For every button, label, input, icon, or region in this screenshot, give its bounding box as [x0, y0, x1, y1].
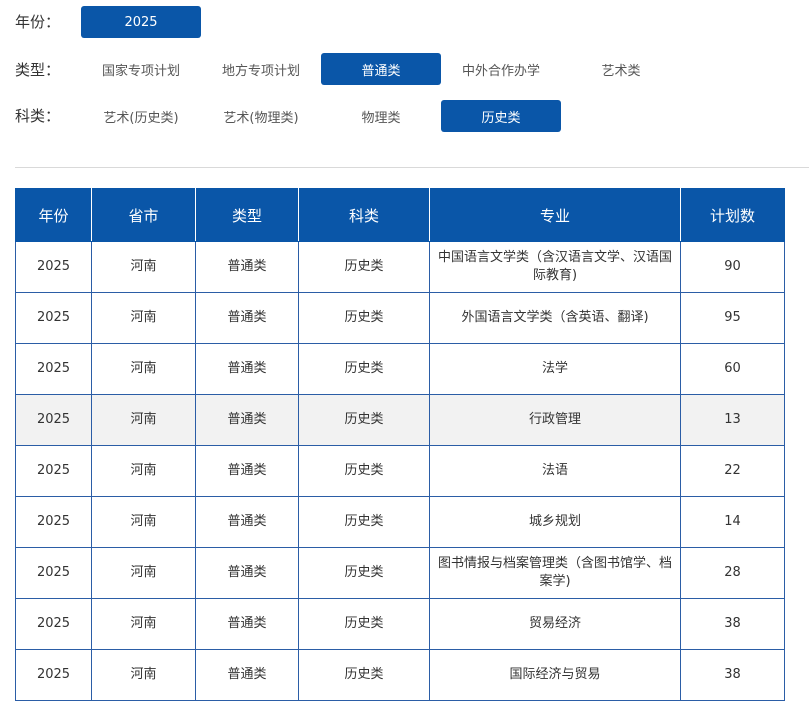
- cell-type: 普通类: [195, 547, 299, 599]
- cell-type: 普通类: [195, 445, 299, 497]
- cell-year: 2025: [15, 292, 92, 344]
- cell-province: 河南: [91, 598, 196, 650]
- cell-type: 普通类: [195, 649, 299, 701]
- cell-major: 外国语言文学类（含英语、翻译): [429, 292, 681, 344]
- header-type: 类型: [195, 188, 299, 242]
- cell-province: 河南: [91, 394, 196, 446]
- table-row: 2025 河南 普通类 历史类 贸易经济 38: [15, 598, 785, 650]
- table-header-row: 年份 省市 类型 科类 专业 计划数: [15, 188, 785, 242]
- header-major: 专业: [429, 188, 681, 242]
- cell-subject: 历史类: [298, 343, 430, 395]
- cell-major: 行政管理: [429, 394, 681, 446]
- table-row: 2025 河南 普通类 历史类 中国语言文学类（含汉语言文学、汉语国际教育) 90: [15, 241, 785, 293]
- cell-major: 法语: [429, 445, 681, 497]
- cell-year: 2025: [15, 649, 92, 701]
- cell-subject: 历史类: [298, 445, 430, 497]
- table-row: 2025 河南 普通类 历史类 国际经济与贸易 38: [15, 649, 785, 701]
- header-province: 省市: [91, 188, 196, 242]
- cell-province: 河南: [91, 292, 196, 344]
- cell-year: 2025: [15, 241, 92, 293]
- cell-subject: 历史类: [298, 394, 430, 446]
- cell-year: 2025: [15, 598, 92, 650]
- type-filter-label: 类型：: [15, 61, 61, 79]
- subject-option-arts-history[interactable]: 艺术(历史类): [81, 100, 201, 132]
- cell-major: 中国语言文学类（含汉语言文学、汉语国际教育): [429, 241, 681, 293]
- cell-plan-count: 95: [680, 292, 785, 344]
- cell-plan-count: 38: [680, 598, 785, 650]
- cell-year: 2025: [15, 394, 92, 446]
- cell-major: 城乡规划: [429, 496, 681, 548]
- cell-province: 河南: [91, 241, 196, 293]
- cell-subject: 历史类: [298, 598, 430, 650]
- cell-plan-count: 90: [680, 241, 785, 293]
- cell-year: 2025: [15, 343, 92, 395]
- cell-province: 河南: [91, 496, 196, 548]
- cell-province: 河南: [91, 649, 196, 701]
- cell-type: 普通类: [195, 496, 299, 548]
- cell-plan-count: 14: [680, 496, 785, 548]
- cell-year: 2025: [15, 496, 92, 548]
- cell-subject: 历史类: [298, 496, 430, 548]
- header-plan-count: 计划数: [680, 188, 785, 242]
- cell-plan-count: 60: [680, 343, 785, 395]
- table-row: 2025 河南 普通类 历史类 外国语言文学类（含英语、翻译) 95: [15, 292, 785, 344]
- cell-plan-count: 13: [680, 394, 785, 446]
- subject-filter-label: 科类：: [15, 107, 61, 125]
- cell-major: 图书情报与档案管理类（含图书馆学、档案学): [429, 547, 681, 599]
- type-option-local-special[interactable]: 地方专项计划: [201, 53, 321, 85]
- year-option-2025[interactable]: 2025: [81, 6, 201, 38]
- header-year: 年份: [15, 188, 92, 242]
- type-option-general[interactable]: 普通类: [321, 53, 441, 85]
- table-row: 2025 河南 普通类 历史类 图书情报与档案管理类（含图书馆学、档案学) 28: [15, 547, 785, 599]
- subject-option-physics[interactable]: 物理类: [321, 100, 441, 132]
- cell-major: 法学: [429, 343, 681, 395]
- table-row: 2025 河南 普通类 历史类 城乡规划 14: [15, 496, 785, 548]
- cell-year: 2025: [15, 547, 92, 599]
- cell-province: 河南: [91, 547, 196, 599]
- enrollment-plan-table: 年份 省市 类型 科类 专业 计划数 2025 河南 普通类 历史类 中国语言文学类（含…: [15, 188, 785, 701]
- table-row: 2025 河南 普通类 历史类 法学 60: [15, 343, 785, 395]
- cell-major: 国际经济与贸易: [429, 649, 681, 701]
- cell-type: 普通类: [195, 241, 299, 293]
- cell-year: 2025: [15, 445, 92, 497]
- subject-option-arts-physics[interactable]: 艺术(物理类): [201, 100, 321, 132]
- cell-type: 普通类: [195, 598, 299, 650]
- cell-subject: 历史类: [298, 241, 430, 293]
- cell-province: 河南: [91, 445, 196, 497]
- cell-major: 贸易经济: [429, 598, 681, 650]
- table-row: 2025 河南 普通类 历史类 行政管理 13: [15, 394, 785, 446]
- type-option-sino-foreign[interactable]: 中外合作办学: [441, 53, 561, 85]
- header-subject: 科类: [298, 188, 430, 242]
- cell-subject: 历史类: [298, 292, 430, 344]
- cell-plan-count: 38: [680, 649, 785, 701]
- cell-subject: 历史类: [298, 649, 430, 701]
- cell-type: 普通类: [195, 343, 299, 395]
- subject-option-history[interactable]: 历史类: [441, 100, 561, 132]
- cell-type: 普通类: [195, 394, 299, 446]
- year-filter-label: 年份：: [15, 13, 61, 31]
- type-option-national-special[interactable]: 国家专项计划: [81, 53, 201, 85]
- cell-plan-count: 22: [680, 445, 785, 497]
- section-divider: [15, 167, 809, 168]
- cell-plan-count: 28: [680, 547, 785, 599]
- cell-type: 普通类: [195, 292, 299, 344]
- table-row: 2025 河南 普通类 历史类 法语 22: [15, 445, 785, 497]
- cell-province: 河南: [91, 343, 196, 395]
- type-option-arts[interactable]: 艺术类: [561, 53, 681, 85]
- cell-subject: 历史类: [298, 547, 430, 599]
